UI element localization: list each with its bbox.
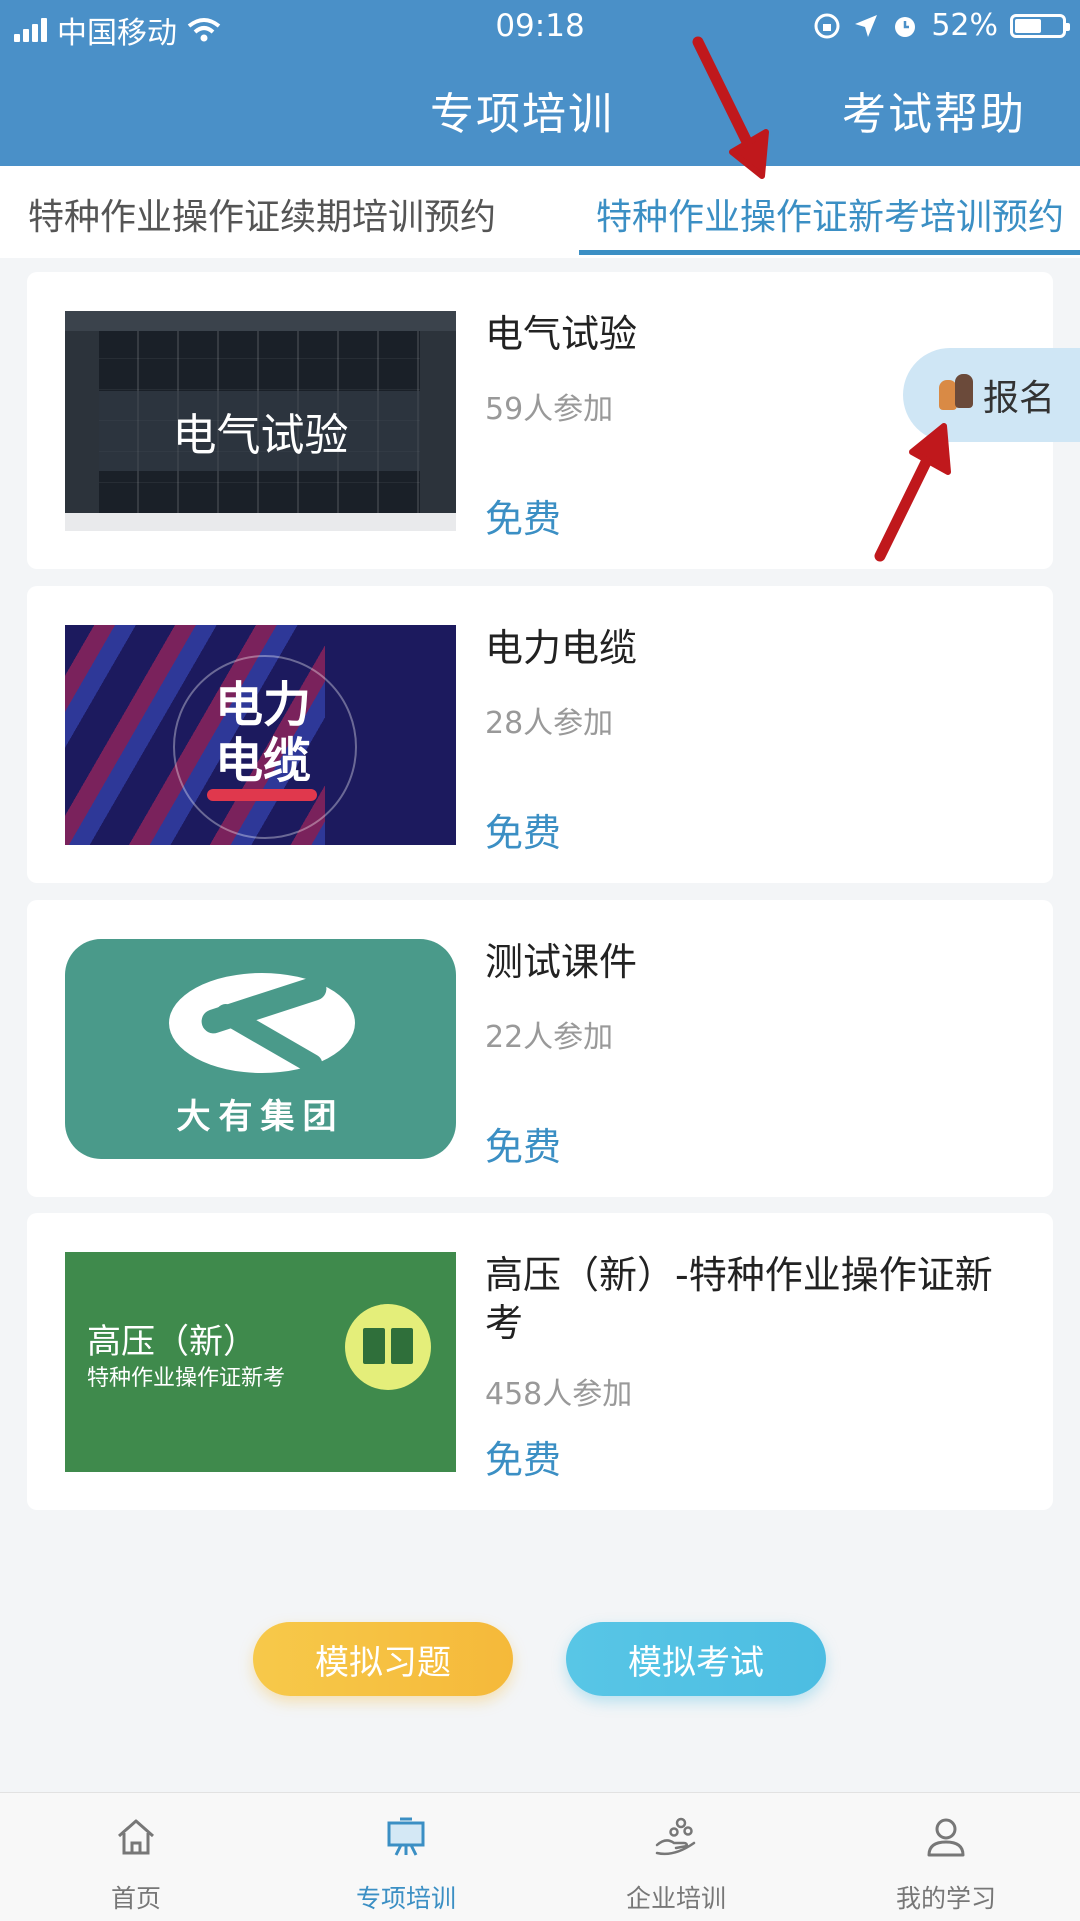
battery-icon: [1010, 13, 1070, 38]
thumbnail-text: 电力电缆: [215, 677, 312, 789]
course-title: 电力电缆: [485, 626, 638, 670]
active-tab-indicator: [579, 250, 1080, 255]
tabbar-item-my-learning[interactable]: 我的学习: [846, 1793, 1046, 1921]
practice-questions-button[interactable]: 模拟习题: [253, 1622, 513, 1696]
course-card[interactable]: 大有集团 测试课件 22人参加 免费: [27, 900, 1053, 1197]
person-icon: [927, 1818, 965, 1857]
raised-hands-icon: [939, 374, 977, 416]
location-icon: [855, 14, 878, 37]
course-price: 免费: [485, 1438, 562, 1482]
rotation-lock-icon: [814, 13, 840, 38]
course-price: 免费: [485, 811, 562, 855]
course-thumbnail: 电气试验: [65, 311, 456, 531]
top-bar: 中国移动 09:18 52% 专项培训 考试帮助: [0, 0, 1080, 166]
company-logo: [169, 973, 355, 1073]
alarm-icon: [895, 16, 916, 37]
participant-count: 22人参加: [485, 1020, 614, 1055]
book-icon: [345, 1304, 431, 1390]
home-icon: [118, 1819, 154, 1855]
course-price: 免费: [485, 497, 562, 541]
tabbar-label: 专项培训: [355, 1884, 456, 1913]
course-title: 测试课件: [485, 940, 638, 984]
thumbnail-text: 大有集团: [176, 1097, 345, 1137]
tabbar-label: 企业培训: [625, 1884, 726, 1913]
thumbnail-text: 电气试验: [172, 410, 349, 461]
participant-count: 59人参加: [485, 392, 614, 427]
bottom-tab-bar: 首页 专项培训 企业培训 我的学习: [0, 1792, 1080, 1921]
course-price: 免费: [485, 1125, 562, 1169]
tab-new-exam-booking[interactable]: 特种作业操作证新考培训预约: [596, 188, 1064, 240]
battery-percent: 52%: [931, 8, 998, 43]
annotation-arrow-up-icon: [874, 423, 951, 562]
participant-count: 458人参加: [485, 1377, 633, 1412]
tabbar-item-special-training[interactable]: 专项培训: [306, 1793, 506, 1921]
participant-count: 28人参加: [485, 706, 614, 741]
tabbar-item-enterprise-training[interactable]: 企业培训: [576, 1793, 776, 1921]
thumbnail-subtext: 特种作业操作证新考: [87, 1366, 286, 1391]
easel-icon: [387, 1817, 425, 1856]
course-title: 高压（新）-特种作业操作证新考: [485, 1253, 993, 1345]
course-thumbnail: 大有集团: [65, 939, 456, 1159]
tab-bar-top: 特种作业操作证续期培训预约 特种作业操作证新考培训预约: [0, 166, 1080, 258]
tab-renewal-booking[interactable]: 特种作业操作证续期培训预约: [28, 188, 496, 240]
course-thumbnail: 电力电缆: [65, 625, 456, 845]
status-right: 52%: [813, 8, 1070, 43]
course-card[interactable]: 高压（新） 特种作业操作证新考 高压（新）-特种作业操作证新考 458人参加 免…: [27, 1213, 1053, 1510]
thumbnail-text: 高压（新）: [87, 1322, 257, 1362]
tabbar-label: 首页: [110, 1884, 161, 1913]
course-thumbnail: 高压（新） 特种作业操作证新考: [65, 1252, 456, 1472]
status-bar: 中国移动 09:18 52%: [0, 0, 1080, 54]
mock-exam-button[interactable]: 模拟考试: [566, 1622, 826, 1696]
signup-label: 报名: [983, 378, 1056, 419]
tabbar-label: 我的学习: [895, 1884, 996, 1913]
course-card[interactable]: 电力电缆 电力电缆 28人参加 免费: [27, 586, 1053, 883]
exam-help-link[interactable]: 考试帮助: [842, 78, 1026, 142]
annotation-arrow-down-icon: [692, 36, 769, 179]
page-title: 专项培训: [430, 89, 614, 140]
tabbar-item-home[interactable]: 首页: [36, 1793, 236, 1921]
hand-people-icon: [655, 1817, 696, 1856]
